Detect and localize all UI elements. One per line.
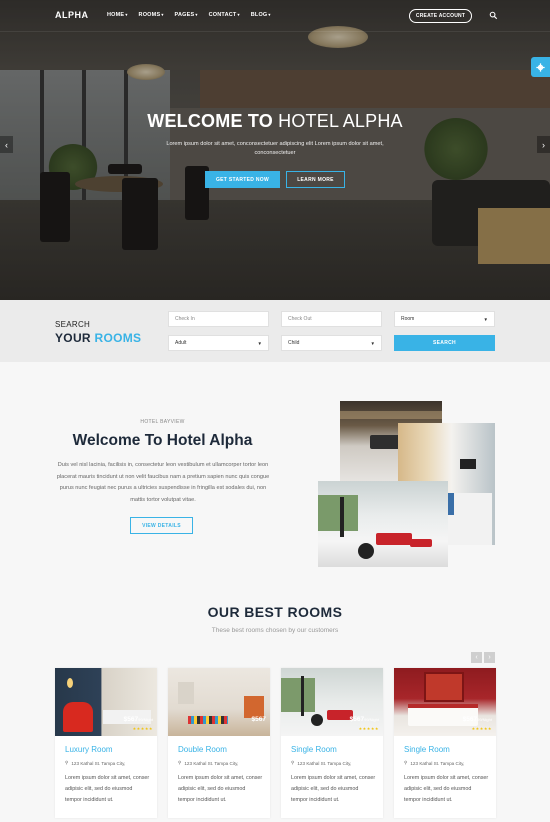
search-button[interactable]: SEARCH	[394, 335, 495, 351]
room-card[interactable]: $56799/Night ★★★★★ Single Room ⚲ 123 Kath…	[394, 668, 496, 818]
caret-down-icon: ▼	[483, 317, 488, 322]
room-description: Lorem ipsum dolor sit amet, conser adipi…	[178, 775, 263, 803]
room-price: $56799/Night	[349, 716, 379, 723]
gear-icon	[536, 62, 545, 72]
room-address: ⚲ 123 Kathal St. Tampa City,	[404, 760, 465, 766]
room-card[interactable]: $56799/Night ★★★★★ Single Room ⚲ 123 Kath…	[281, 668, 383, 818]
star-icon: ★★★★★	[358, 726, 379, 731]
star-icon: ★★★★★	[132, 726, 153, 731]
learn-more-button[interactable]: LEARN MORE	[286, 171, 345, 188]
map-pin-icon: ⚲	[404, 760, 408, 765]
carousel-prev-button[interactable]: ‹	[471, 652, 482, 663]
search-heading: SEARCH	[55, 320, 91, 329]
chevron-left-icon: ‹	[475, 654, 478, 661]
caret-down-icon: ▼	[257, 341, 262, 346]
map-pin-icon: ⚲	[178, 760, 182, 765]
room-name[interactable]: Single Room	[291, 745, 337, 754]
rooms-title: OUR BEST ROOMS	[207, 604, 343, 620]
room-address: ⚲ 123 Kathal St. Tampa City,	[65, 760, 126, 766]
caret-down-icon: ▾	[268, 12, 271, 17]
map-pin-icon: ⚲	[291, 760, 295, 765]
get-started-button[interactable]: GET STARTED NOW	[205, 171, 280, 188]
room-price: $56799/Night	[123, 716, 153, 723]
room-photo	[168, 668, 270, 736]
welcome-title: Welcome To Hotel Alpha	[72, 432, 253, 449]
settings-toggle[interactable]	[531, 57, 550, 77]
room-select[interactable]: Room ▼	[394, 311, 495, 327]
nav-link-pages[interactable]: PAGES▾	[175, 12, 198, 18]
hero-title: WELCOME TO HOTEL ALPHA	[147, 111, 403, 131]
room-price: $567	[251, 716, 266, 723]
nav-link-contact[interactable]: CONTACT▾	[209, 12, 240, 18]
check-in-field[interactable]: Check In	[168, 311, 269, 327]
caret-down-icon: ▾	[237, 12, 240, 17]
nav-link-rooms[interactable]: ROOMS▾	[139, 12, 164, 18]
caret-down-icon: ▾	[195, 12, 198, 17]
room-name[interactable]: Luxury Room	[65, 745, 113, 754]
rooms-subtitle: These best rooms chosen by our customers	[211, 627, 339, 634]
nav-links: HOME▾ ROOMS▾ PAGES▾ CONTACT▾ BLOG▾	[107, 12, 271, 18]
logo[interactable]: ALPHA	[55, 10, 89, 20]
room-address: ⚲ 123 Kathal St. Tampa City,	[291, 760, 352, 766]
welcome-eyebrow: HOTEL BAYVIEW	[140, 419, 185, 425]
welcome-text: Duis vel nisl lacinia, facilisis in, con…	[56, 462, 270, 504]
caret-down-icon: ▼	[370, 341, 375, 346]
child-select[interactable]: Child ▼	[281, 335, 382, 351]
map-pin-icon: ⚲	[65, 760, 69, 765]
navbar: ALPHA HOME▾ ROOMS▾ PAGES▾ CONTACT▾ BLOG▾…	[0, 0, 550, 32]
caret-down-icon: ▾	[125, 12, 128, 17]
check-out-field[interactable]: Check Out	[281, 311, 382, 327]
chevron-right-icon: ›	[542, 139, 545, 150]
carousel-next-button[interactable]: ›	[484, 652, 495, 663]
adult-select[interactable]: Adult ▼	[168, 335, 269, 351]
search-heading-rooms: YOUR ROOMS	[55, 331, 142, 345]
nav-link-blog[interactable]: BLOG▾	[251, 12, 271, 18]
search-icon[interactable]	[489, 11, 498, 20]
chevron-right-icon: ›	[488, 654, 491, 661]
room-description: Lorem ipsum dolor sit amet, conser adipi…	[291, 775, 376, 803]
hero-section: ALPHA HOME▾ ROOMS▾ PAGES▾ CONTACT▾ BLOG▾…	[0, 0, 550, 300]
room-description: Lorem ipsum dolor sit amet, conser adipi…	[404, 775, 489, 803]
caret-down-icon: ▾	[161, 12, 164, 17]
chevron-left-icon: ‹	[5, 139, 8, 150]
room-card[interactable]: $56799/Night ★★★★★ Luxury Room ⚲ 123 Kath…	[55, 668, 157, 818]
nav-link-home[interactable]: HOME▾	[107, 12, 128, 18]
slider-prev-button[interactable]: ‹	[0, 136, 13, 153]
room-address: ⚲ 123 Kathal St. Tampa City,	[178, 760, 239, 766]
slider-next-button[interactable]: ›	[537, 136, 550, 153]
room-description: Lorem ipsum dolor sit amet, conser adipi…	[65, 775, 150, 803]
room-card[interactable]: $567 Double Room ⚲ 123 Kathal St. Tampa C…	[168, 668, 270, 818]
page: ALPHA HOME▾ ROOMS▾ PAGES▾ CONTACT▾ BLOG▾…	[0, 0, 550, 822]
star-icon: ★★★★★	[471, 726, 492, 731]
room-name[interactable]: Double Room	[178, 745, 227, 754]
room-price: $56799/Night	[462, 716, 492, 723]
view-details-button[interactable]: VIEW DETAILS	[130, 517, 193, 534]
room-name[interactable]: Single Room	[404, 745, 450, 754]
hero-subtitle: Lorem ipsum dolor sit amet, conconsectet…	[166, 141, 384, 156]
collage-photo-living	[318, 481, 448, 567]
create-account-button[interactable]: CREATE ACCOUNT	[409, 9, 472, 23]
search-section: SEARCH YOUR ROOMS	[0, 300, 550, 362]
